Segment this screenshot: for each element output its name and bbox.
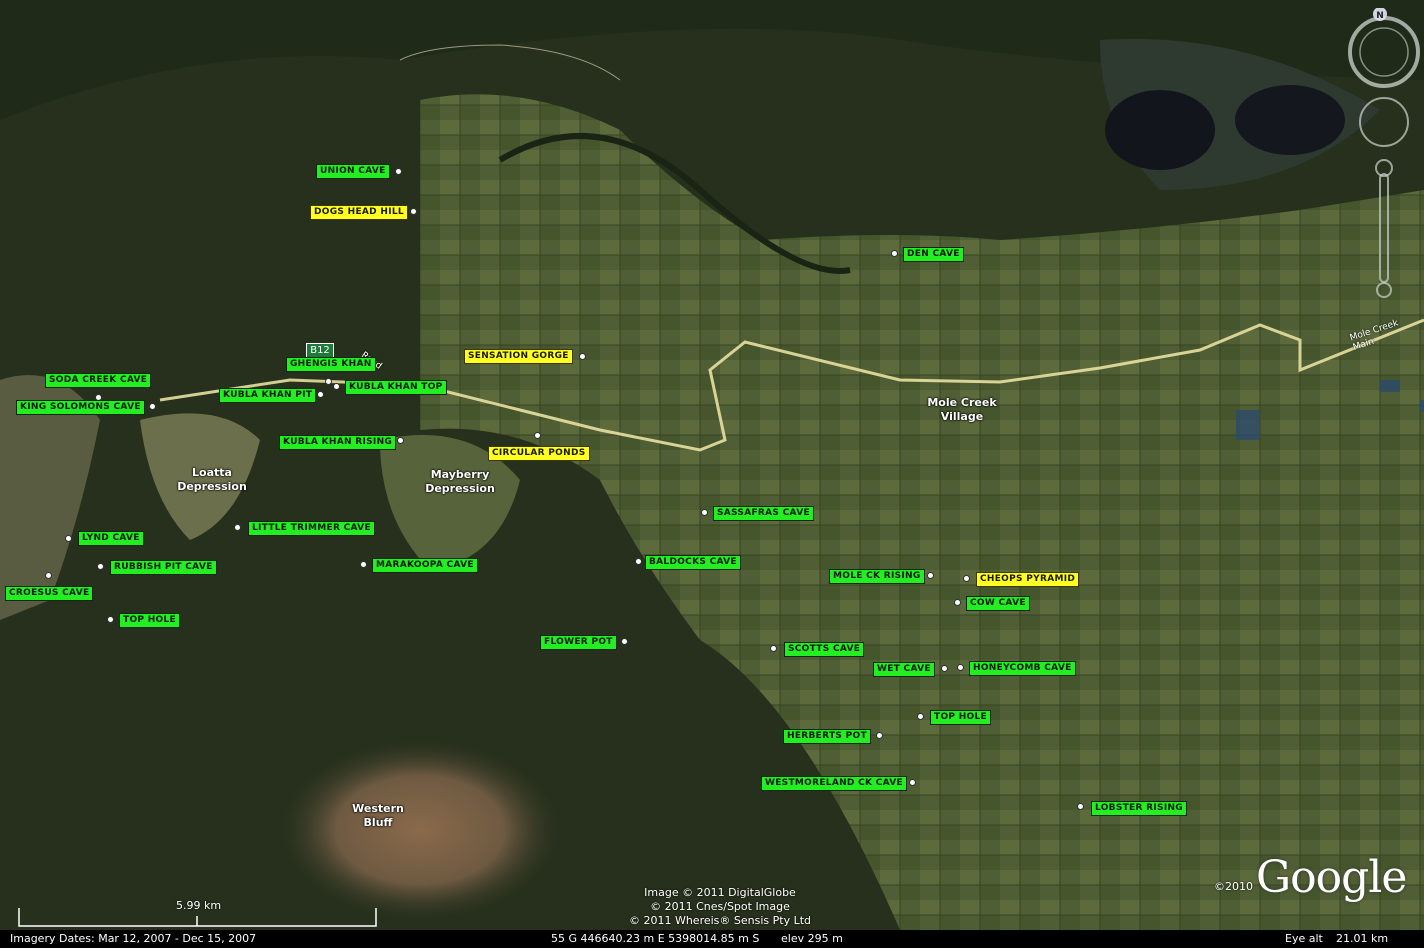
placemark-dot-ghengis-khan[interactable] xyxy=(325,378,332,385)
placemark-label-wet-cave[interactable]: WET CAVE xyxy=(873,662,935,677)
region-western-bluff: Western Bluff xyxy=(352,802,404,829)
placemark-label-cow-cave[interactable]: COW CAVE xyxy=(966,596,1030,611)
placemark-dot-mole-ck-rising[interactable] xyxy=(927,572,934,579)
placemark-label-flower-pot[interactable]: FLOWER POT xyxy=(540,635,617,650)
region-mole-creek-village: Mole Creek Village xyxy=(927,396,997,423)
navigation-controls[interactable]: N xyxy=(1346,8,1422,298)
scale-label: 5.99 km xyxy=(176,899,222,912)
placemark-dot-top-hole[interactable] xyxy=(917,713,924,720)
placemark-label-lynd-cave[interactable]: LYND CAVE xyxy=(78,531,144,546)
placemark-dot-top-hole[interactable] xyxy=(107,616,114,623)
placemark-dot-den-cave[interactable] xyxy=(891,250,898,257)
placemark-label-top-hole[interactable]: TOP HOLE xyxy=(930,710,991,725)
placemark-label-ghengis-khan[interactable]: GHENGIS KHAN xyxy=(286,357,376,372)
placemark-label-westmoreland-ck-cave[interactable]: WESTMORELAND CK CAVE xyxy=(761,776,908,791)
compass-ring-icon[interactable] xyxy=(1348,16,1420,88)
placemark-dot-circular-ponds[interactable] xyxy=(534,432,541,439)
status-bar: Imagery Dates: Mar 12, 2007 - Dec 15, 20… xyxy=(0,930,1424,948)
zoom-slider-icon[interactable] xyxy=(1375,159,1393,298)
placemark-dot-kubla-khan-pit[interactable] xyxy=(317,391,324,398)
placemark-dot-union-cave[interactable] xyxy=(395,168,402,175)
placemark-label-marakoopa-cave[interactable]: MARAKOOPA CAVE xyxy=(372,558,478,573)
placemark-label-top-hole[interactable]: TOP HOLE xyxy=(119,613,180,628)
placemark-label-kubla-khan-pit[interactable]: KUBLA KHAN PIT xyxy=(219,388,317,403)
placemark-dot-sassafras-cave[interactable] xyxy=(701,509,708,516)
placemark-dot-honeycomb-cave[interactable] xyxy=(957,664,964,671)
pointer-coordinates: 55 G 446640.23 m E 5398014.85 m S xyxy=(551,932,760,945)
placemark-dot-cow-cave[interactable] xyxy=(954,599,961,606)
placemark-dot-kubla-khan-top[interactable] xyxy=(333,383,340,390)
eye-altitude-value: 21.01 km xyxy=(1336,932,1389,945)
placemark-dot-croesus-cave[interactable] xyxy=(45,572,52,579)
placemark-label-herberts-pot[interactable]: HERBERTS POT xyxy=(783,729,871,744)
placemark-dot-cheops-pyramid[interactable] xyxy=(963,575,970,582)
placemark-label-soda-creek-cave[interactable]: SODA CREEK CAVE xyxy=(45,373,152,388)
look-joystick-icon[interactable] xyxy=(1359,97,1409,147)
region-mayberry-depression: Mayberry Depression xyxy=(425,468,495,495)
pointer-elevation: elev 295 m xyxy=(781,932,843,945)
placemark-dot-herberts-pot[interactable] xyxy=(876,732,883,739)
placemark-dot-lynd-cave[interactable] xyxy=(65,535,72,542)
placemark-label-den-cave[interactable]: DEN CAVE xyxy=(903,247,964,262)
eye-altitude-label: Eye alt xyxy=(1285,932,1323,945)
placemark-dot-baldocks-cave[interactable] xyxy=(635,558,642,565)
placemark-label-sassafras-cave[interactable]: SASSAFRAS CAVE xyxy=(713,506,814,521)
placemark-label-baldocks-cave[interactable]: BALDOCKS CAVE xyxy=(645,555,741,570)
placemark-label-dogs-head-hill[interactable]: DOGS HEAD HILL xyxy=(310,205,408,220)
placemark-dot-marakoopa-cave[interactable] xyxy=(360,561,367,568)
imagery-dates: Imagery Dates: Mar 12, 2007 - Dec 15, 20… xyxy=(10,932,257,945)
placemark-label-cheops-pyramid[interactable]: CHEOPS PYRAMID xyxy=(976,572,1080,587)
placemark-label-king-solomons-cave[interactable]: KING SOLOMONS CAVE xyxy=(16,400,145,415)
placemark-label-little-trimmer-cave[interactable]: LITTLE TRIMMER CAVE xyxy=(248,521,375,536)
placemark-dot-dogs-head-hill[interactable] xyxy=(410,208,417,215)
placemark-dot-westmoreland-ck-cave[interactable] xyxy=(909,779,916,786)
placemark-dot-rubbish-pit-cave[interactable] xyxy=(97,563,104,570)
placemark-dot-scotts-cave[interactable] xyxy=(770,645,777,652)
placemark-label-mole-ck-rising[interactable]: MOLE CK RISING xyxy=(829,569,925,584)
placemark-dot-sensation-gorge[interactable] xyxy=(579,353,586,360)
placemark-dot-wet-cave[interactable] xyxy=(941,665,948,672)
placemark-label-lobster-rising[interactable]: LOBSTER RISING xyxy=(1091,801,1187,816)
placemark-label-rubbish-pit-cave[interactable]: RUBBISH PIT CAVE xyxy=(110,560,217,575)
logo-year: ©2010 xyxy=(1214,880,1253,893)
google-logo: Google xyxy=(1256,852,1407,903)
imagery-copyright: Image © 2011 DigitalGlobe © 2011 Cnes/Sp… xyxy=(628,886,812,927)
placemark-label-honeycomb-cave[interactable]: HONEYCOMB CAVE xyxy=(969,661,1076,676)
placemark-dot-little-trimmer-cave[interactable] xyxy=(234,524,241,531)
placemark-dot-flower-pot[interactable] xyxy=(621,638,628,645)
placemark-label-kubla-khan-top[interactable]: KUBLA KHAN TOP xyxy=(345,380,447,395)
placemark-dot-king-solomons-cave[interactable] xyxy=(149,403,156,410)
placemark-label-kubla-khan-rising[interactable]: KUBLA KHAN RISING xyxy=(279,435,397,450)
placemark-label-sensation-gorge[interactable]: SENSATION GORGE xyxy=(464,349,573,364)
placemark-label-scotts-cave[interactable]: SCOTTS CAVE xyxy=(784,642,865,657)
placemark-label-croesus-cave[interactable]: CROESUS CAVE xyxy=(5,586,94,601)
placemark-label-union-cave[interactable]: UNION CAVE xyxy=(316,164,390,179)
placemark-dot-kubla-khan-rising[interactable] xyxy=(397,437,404,444)
region-loatta-depression: Loatta Depression xyxy=(177,466,247,493)
north-label: N xyxy=(1376,11,1384,21)
road-shield-b12: B12 xyxy=(306,343,334,358)
placemark-dot-lobster-rising[interactable] xyxy=(1077,803,1084,810)
placemark-label-circular-ponds[interactable]: CIRCULAR PONDS xyxy=(488,446,590,461)
